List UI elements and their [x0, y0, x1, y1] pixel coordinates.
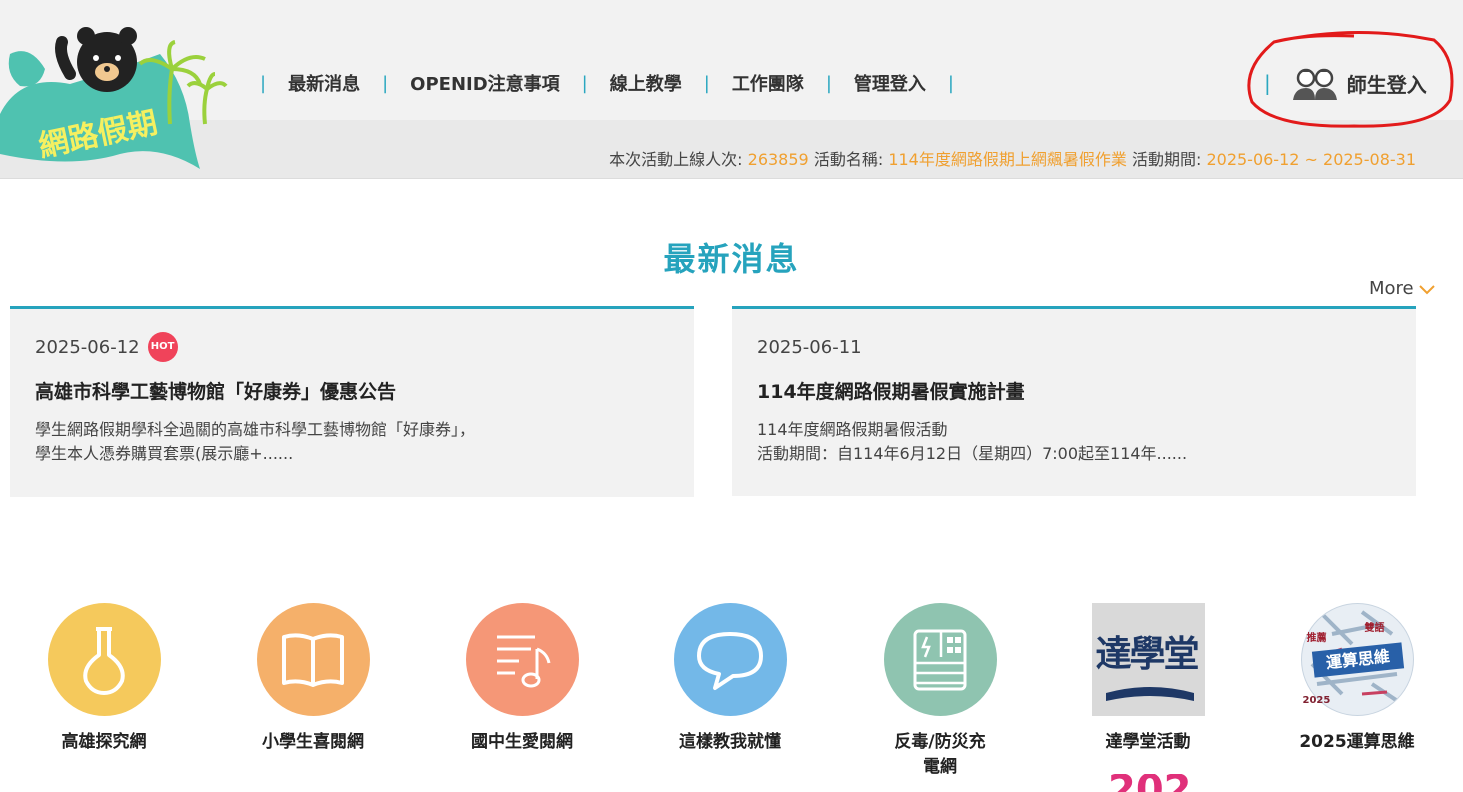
- dashuetang-logo: 達學堂: [1091, 603, 1205, 716]
- badge-year: 2025: [1302, 695, 1331, 706]
- news-title[interactable]: 114年度網路假期暑假實施計畫: [757, 377, 1391, 404]
- news-title[interactable]: 高雄市科學工藝博物館「好康券」優惠公告: [35, 377, 669, 404]
- news-card[interactable]: 2025-06-11 114年度網路假期暑假實施計畫 114年度網路假期暑假活動…: [732, 306, 1416, 496]
- app-label: 國中生愛閱網: [471, 732, 573, 752]
- more-label: More: [1369, 278, 1414, 299]
- computational-thinking-badge: 運算思維 推薦 雙語 2025: [1300, 603, 1414, 716]
- nav-item-openid[interactable]: OPENID注意事項: [400, 70, 570, 96]
- activity-stats: 本次活動上線人次: 263859 活動名稱: 114年度網路假期上網飆暑假作業 …: [609, 146, 1416, 170]
- nav-separator: |: [825, 72, 832, 94]
- document-icon: [883, 603, 997, 716]
- activity-period-label: 活動期間:: [1131, 150, 1202, 169]
- news-desc-line: 學生網路假期學科全過關的高雄市科學工藝博物館「好康券」，: [35, 420, 476, 439]
- app-label: 反毒/防災充 電網: [860, 730, 1020, 780]
- news-date: 2025-06-11: [757, 336, 862, 358]
- news-desc-line: 活動期間：自114年6月12日（星期四）7:00起至114年......: [757, 444, 1188, 463]
- online-count-value: 263859: [747, 150, 809, 169]
- news-section-title: 最新消息: [663, 240, 800, 278]
- app-label: 達學堂活動: [1105, 732, 1191, 752]
- activity-period-value: 2025-06-12 ~ 2025-08-31: [1206, 150, 1416, 169]
- app-kaohsiung-inquiry[interactable]: 高雄探究網: [24, 603, 184, 755]
- nav-item-online-tutorial[interactable]: 線上教學: [600, 70, 692, 96]
- nav-separator: |: [382, 72, 389, 94]
- news-description: 114年度網路假期暑假活動 活動期間：自114年6月12日（星期四）7:00起至…: [757, 418, 1391, 466]
- news-card[interactable]: 2025-06-12 HOT 高雄市科學工藝博物館「好康券」優惠公告 學生網路假…: [10, 306, 694, 497]
- app-anti-drug-disaster[interactable]: 反毒/防災充 電網: [860, 603, 1020, 780]
- app-label: 小學生喜閱網: [262, 732, 364, 752]
- partial-banner[interactable]: 2021: [1108, 774, 1188, 792]
- nav-separator: |: [947, 72, 954, 94]
- app-dashuetang[interactable]: 達學堂 達學堂活動: [1068, 603, 1228, 755]
- badge-tag: 推薦: [1306, 633, 1327, 644]
- dashuetang-logo-text: 達學堂: [1095, 633, 1200, 675]
- app-label-line: 反毒/防災充: [894, 732, 986, 752]
- music-note-icon: [465, 603, 579, 716]
- speech-bubble-icon: [673, 603, 787, 716]
- chevron-down-icon: [1418, 284, 1435, 294]
- nav-item-admin-login[interactable]: 管理登入: [844, 70, 936, 96]
- activity-name-label: 活動名稱:: [813, 150, 884, 169]
- news-desc-line: 114年度網路假期暑假活動: [757, 420, 948, 439]
- app-teach-me[interactable]: 這樣教我就懂: [650, 603, 810, 755]
- news-desc-line: 學生本人憑券購買套票(展示廳+......: [35, 444, 294, 463]
- nav-item-news[interactable]: 最新消息: [278, 70, 370, 96]
- nav-separator: |: [260, 72, 267, 94]
- badge-tag: 雙語: [1364, 623, 1385, 634]
- app-junior-reading[interactable]: 國中生愛閱網: [442, 603, 602, 755]
- news-date: 2025-06-12: [35, 336, 140, 358]
- app-label: 高雄探究網: [61, 732, 147, 752]
- news-description: 學生網路假期學科全過關的高雄市科學工藝博物館「好康券」， 學生本人憑券購買套票(…: [35, 418, 669, 466]
- site-logo[interactable]: 網路假期: [0, 14, 230, 174]
- more-link[interactable]: More: [1369, 278, 1436, 299]
- app-label: 2025運算思維: [1299, 732, 1415, 752]
- hot-badge: HOT: [147, 332, 178, 362]
- partial-banner-text: 2021: [1108, 774, 1188, 792]
- nav-separator: |: [581, 72, 588, 94]
- app-label: 這樣教我就懂: [679, 732, 781, 752]
- app-elementary-reading[interactable]: 小學生喜閱網: [233, 603, 393, 755]
- app-label-line: 電網: [923, 757, 957, 777]
- activity-name-value: 114年度網路假期上網飆暑假作業: [888, 150, 1127, 169]
- main-nav: | 最新消息 | OPENID注意事項 | 線上教學 | 工作團隊 | 管理登入…: [248, 70, 966, 96]
- red-annotation-circle: [1247, 30, 1454, 128]
- flask-icon: [47, 603, 161, 716]
- online-count-label: 本次活動上線人次:: [609, 150, 743, 169]
- nav-separator: |: [703, 72, 710, 94]
- nav-item-team[interactable]: 工作團隊: [722, 70, 814, 96]
- book-icon: [256, 603, 370, 716]
- app-computational-thinking[interactable]: 運算思維 推薦 雙語 2025 2025運算思維: [1277, 603, 1437, 755]
